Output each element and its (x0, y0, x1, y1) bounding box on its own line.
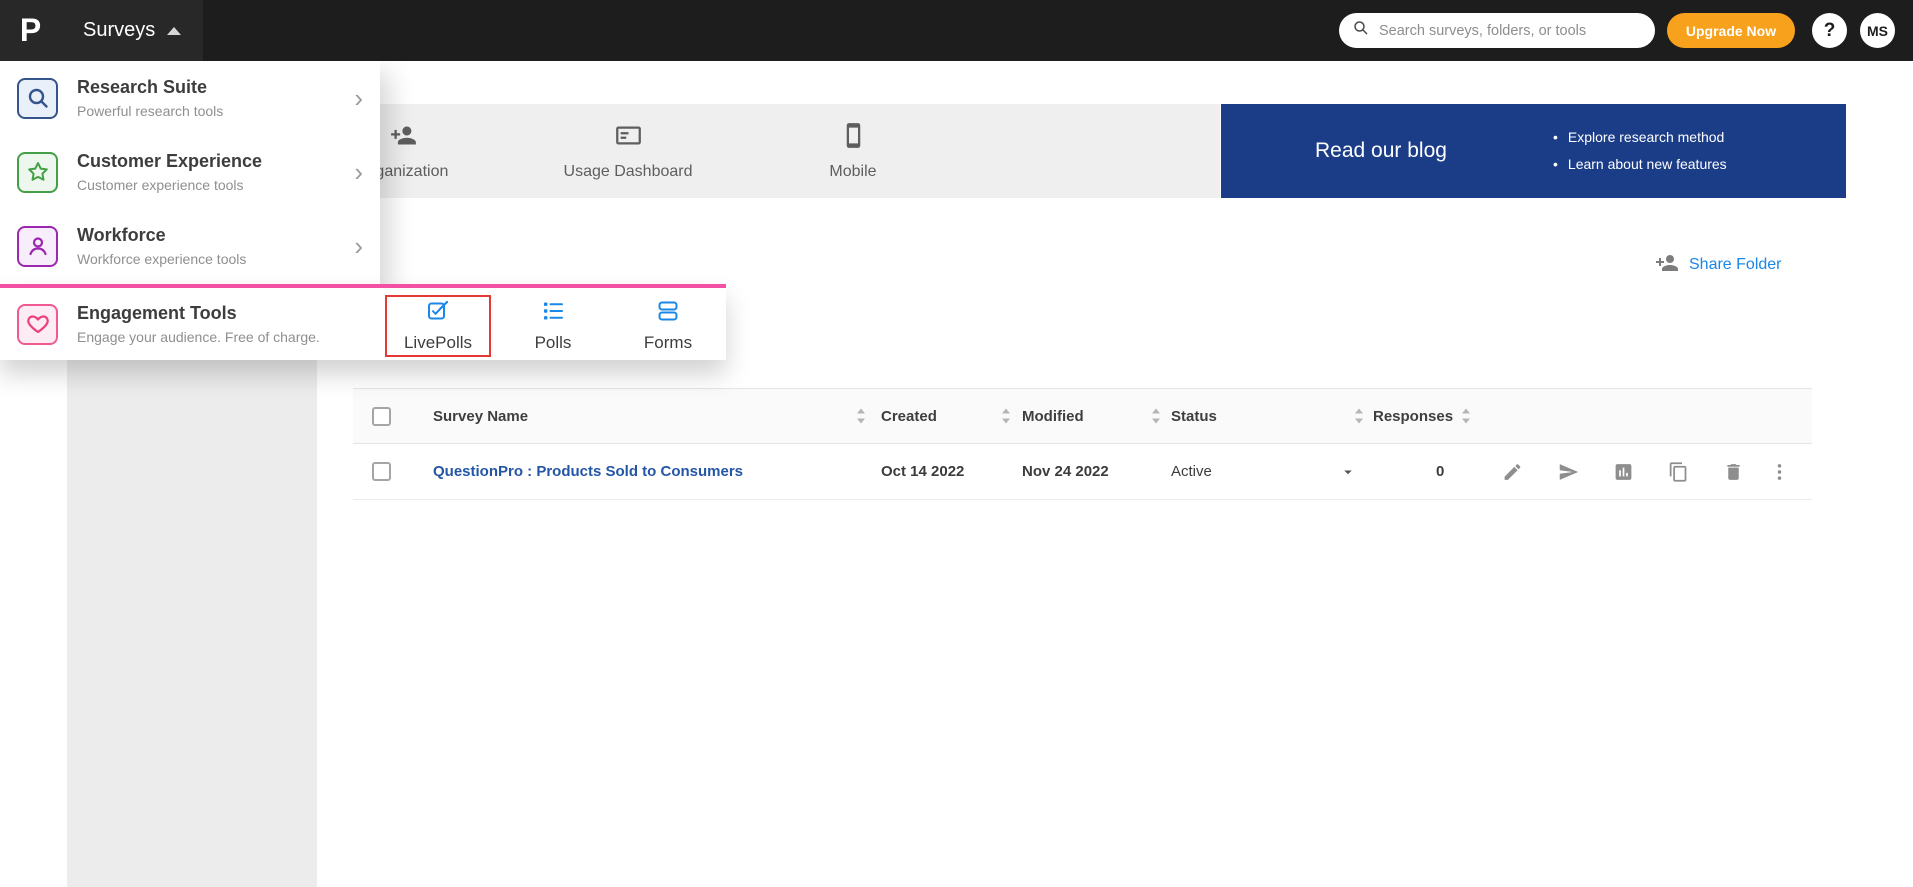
menu-item-title: Customer Experience (77, 151, 263, 171)
forms-icon (656, 299, 680, 328)
toolbar-item-label: Mobile (829, 162, 877, 180)
chevron-right-icon: › (354, 231, 363, 261)
research-magnifier-icon (17, 77, 58, 119)
questionpro-logo[interactable]: P (0, 0, 61, 61)
product-switcher-surveys[interactable]: Surveys (61, 0, 204, 61)
products-dropdown-menu: Research Suite Powerful research tools ›… (0, 61, 380, 284)
submenu-item-forms[interactable]: Forms (615, 295, 721, 357)
app-window: Organization Usage Dashboard Mobile Read… (0, 0, 1913, 887)
created-date: Oct 14 2022 (881, 463, 965, 480)
livepolls-icon (426, 299, 450, 328)
sort-icon-responses[interactable] (1461, 408, 1471, 424)
delete-icon[interactable] (1723, 461, 1744, 482)
submenu-item-polls[interactable]: Polls (500, 295, 606, 357)
column-header-status[interactable]: Status (1171, 389, 1217, 443)
sort-icon-status[interactable] (1354, 408, 1364, 424)
copy-icon[interactable] (1668, 461, 1689, 482)
polls-icon (541, 299, 565, 328)
submenu-item-livepolls[interactable]: LivePolls (385, 295, 491, 357)
chevron-right-icon: › (354, 157, 363, 187)
toolbar-item-usage-dashboard[interactable]: Usage Dashboard (553, 104, 703, 198)
table-header-row: Survey Name Created Modified Status Resp… (353, 388, 1812, 444)
status-value[interactable]: Active (1171, 444, 1212, 499)
menu-item-title: Engagement Tools (77, 303, 237, 323)
menu-item-workforce[interactable]: Workforce Workforce experience tools › (0, 209, 380, 283)
person-add-icon (1655, 251, 1679, 280)
search-input[interactable] (1379, 22, 1642, 39)
blog-title: Read our blog (1315, 139, 1447, 162)
menu-item-title: Research Suite (77, 77, 208, 97)
edit-icon[interactable] (1502, 461, 1523, 482)
select-all-checkbox[interactable] (372, 407, 391, 426)
survey-name-link[interactable]: QuestionPro : Products Sold to Consumers (433, 444, 743, 499)
blog-bullet: Learn about new features (1567, 156, 1727, 172)
bullet-dot: • (1553, 129, 1558, 145)
heart-icon (17, 303, 58, 345)
submenu-item-label: Forms (643, 333, 693, 352)
more-options-icon[interactable] (1769, 461, 1790, 482)
responses-count: 0 (1436, 463, 1445, 480)
search-icon (1352, 19, 1370, 42)
column-header-modified[interactable]: Modified (1022, 389, 1084, 443)
submenu-item-label: LivePolls (403, 333, 473, 352)
upgrade-now-button[interactable]: Upgrade Now (1667, 13, 1795, 48)
top-navigation-bar: P Surveys Upgrade Now ? MS (0, 0, 1913, 61)
column-header-created[interactable]: Created (881, 389, 937, 443)
star-icon (17, 151, 58, 193)
menu-item-customer-experience[interactable]: Customer Experience Customer experience … (0, 135, 380, 209)
chevron-right-icon: › (354, 83, 363, 113)
modified-date: Nov 24 2022 (1022, 463, 1109, 480)
column-header-responses[interactable]: Responses (1373, 389, 1453, 443)
bullet-dot: • (1553, 156, 1558, 172)
toolbar-item-label: Usage Dashboard (563, 162, 693, 180)
engagement-tools-strip: Engagement Tools Engage your audience. F… (0, 284, 726, 360)
send-icon[interactable] (1558, 461, 1579, 482)
sort-icon-survey-name[interactable] (856, 408, 866, 424)
row-checkbox[interactable] (372, 462, 391, 481)
user-avatar[interactable]: MS (1860, 13, 1895, 48)
analytics-icon[interactable] (1613, 461, 1634, 482)
column-header-survey-name[interactable]: Survey Name (433, 389, 528, 443)
menu-item-subtitle: Powerful research tools (77, 103, 224, 119)
product-switcher-label: Surveys (83, 19, 156, 41)
menu-item-subtitle: Engage your audience. Free of charge. (77, 329, 320, 345)
status-dropdown-caret[interactable] (1339, 463, 1357, 481)
dashboard-icon (615, 122, 642, 154)
toolbar-item-mobile[interactable]: Mobile (778, 104, 928, 198)
help-icon[interactable]: ? (1812, 13, 1847, 48)
person-icon (17, 225, 58, 267)
menu-item-engagement-tools[interactable]: Engagement Tools Engage your audience. F… (77, 303, 320, 345)
mobile-icon (840, 122, 867, 154)
share-folder-button[interactable]: Share Folder (1655, 250, 1782, 280)
blog-bullets: • Explore research method • Learn about ne… (1553, 124, 1727, 178)
menu-item-title: Workforce (77, 225, 166, 245)
surveys-table: Survey Name Created Modified Status Resp… (353, 388, 1812, 500)
menu-item-subtitle: Workforce experience tools (77, 251, 247, 267)
submenu-item-label: Polls (534, 333, 572, 352)
menu-item-subtitle: Customer experience tools (77, 177, 244, 193)
organization-icon (390, 122, 417, 154)
chevron-up-icon (167, 26, 182, 35)
blog-promo-panel[interactable]: Read our blog • Explore research method •… (1221, 104, 1846, 198)
blog-bullet: Explore research method (1567, 129, 1725, 145)
sort-icon-modified[interactable] (1151, 408, 1161, 424)
global-search (1339, 13, 1655, 48)
sort-icon-created[interactable] (1001, 408, 1011, 424)
feature-toolbar: Organization Usage Dashboard Mobile (317, 104, 1220, 198)
survey-table-row: QuestionPro : Products Sold to Consumers… (353, 444, 1812, 500)
menu-item-research-suite[interactable]: Research Suite Powerful research tools › (0, 61, 380, 135)
share-folder-label: Share Folder (1689, 256, 1782, 273)
